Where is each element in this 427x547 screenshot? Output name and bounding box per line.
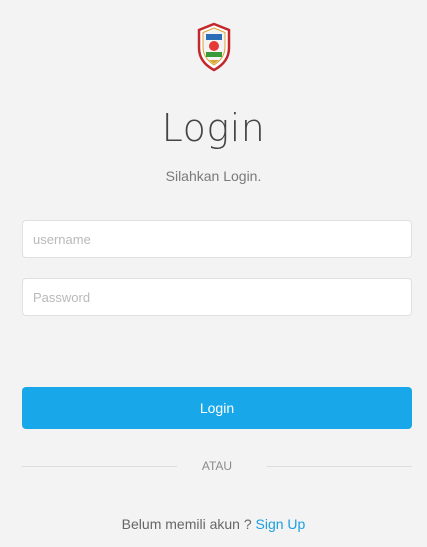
signup-prompt: Belum memili akun ? bbox=[121, 516, 256, 532]
password-input[interactable] bbox=[22, 278, 412, 316]
page-title: Login bbox=[161, 106, 266, 150]
divider-line-right bbox=[267, 466, 412, 467]
login-button[interactable]: Login bbox=[22, 387, 412, 429]
page-subtitle: Silahkan Login. bbox=[165, 168, 262, 184]
username-input[interactable] bbox=[22, 220, 412, 258]
or-divider: ATAU bbox=[22, 458, 412, 474]
signup-link[interactable]: Sign Up bbox=[256, 516, 306, 532]
login-page: Login Silahkan Login. Login ATAU Belum m… bbox=[0, 0, 427, 547]
signup-row: Belum memili akun ? Sign Up bbox=[0, 516, 427, 532]
shield-emblem-icon bbox=[197, 22, 231, 72]
